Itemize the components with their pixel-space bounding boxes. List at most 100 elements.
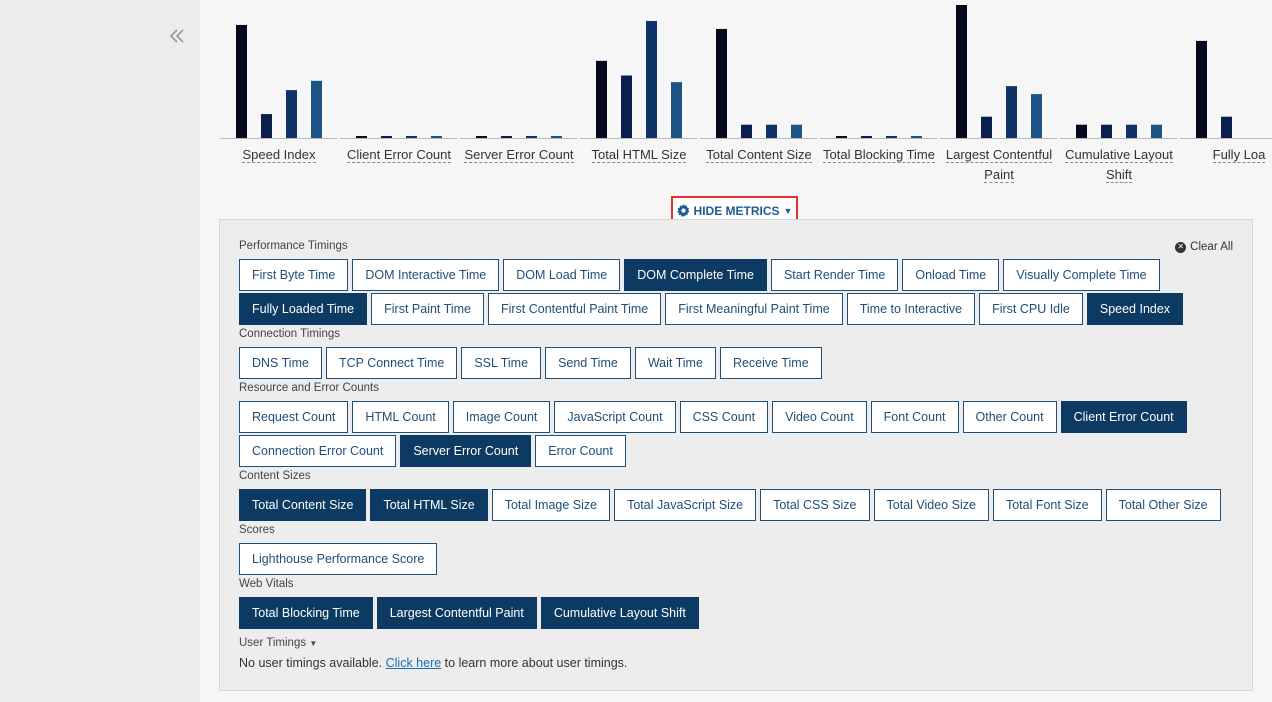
metric-toggle-button[interactable]: Start Render Time xyxy=(770,259,899,291)
metric-toggle-button[interactable]: Total Other Size xyxy=(1105,489,1221,521)
chart-bar[interactable] xyxy=(836,136,847,138)
chart-category-label: Largest Contentful Paint xyxy=(939,145,1059,185)
metric-toggle-button[interactable]: Total Font Size xyxy=(992,489,1102,521)
metric-toggle-button[interactable]: DNS Time xyxy=(239,347,322,379)
chart-bar[interactable] xyxy=(671,82,682,138)
metric-toggle-button[interactable]: First Contentful Paint Time xyxy=(487,293,662,325)
chart-tick-label: Total HTML Size xyxy=(591,147,687,163)
sidebar xyxy=(0,0,200,702)
metric-toggle-button[interactable]: Font Count xyxy=(870,401,959,433)
metric-toggle-button[interactable]: Video Count xyxy=(772,401,867,433)
metric-toggle-button[interactable]: Total Image Size xyxy=(491,489,611,521)
chart-bar[interactable] xyxy=(621,75,632,138)
metric-toggle-button[interactable]: DOM Interactive Time xyxy=(352,259,500,291)
chart-bar[interactable] xyxy=(261,114,272,138)
chart-bar[interactable] xyxy=(646,20,657,138)
chart-tick-label: Speed Index xyxy=(242,147,316,163)
double-chevron-left-icon[interactable] xyxy=(168,26,186,46)
metric-toggle-button[interactable]: Speed Index xyxy=(1086,293,1184,325)
chart-bar[interactable] xyxy=(311,80,322,138)
chart-bar[interactable] xyxy=(381,136,392,138)
metric-toggle-button[interactable]: Fully Loaded Time xyxy=(239,293,368,325)
chart-bar[interactable] xyxy=(911,136,922,138)
metric-toggle-button[interactable]: First Paint Time xyxy=(371,293,484,325)
metric-toggle-button[interactable]: Receive Time xyxy=(719,347,822,379)
chart-bar[interactable] xyxy=(596,60,607,138)
user-timings-toggle[interactable]: User Timings ▼ xyxy=(239,637,317,649)
metric-toggle-button[interactable]: DOM Load Time xyxy=(503,259,621,291)
chart-bar[interactable] xyxy=(406,136,417,138)
chart-bar[interactable] xyxy=(1006,86,1017,138)
metric-toggle-button[interactable]: Image Count xyxy=(452,401,551,433)
main-content: Speed Index Client Error Count Server Erro… xyxy=(200,0,1272,702)
chart-bar[interactable] xyxy=(861,136,872,138)
metric-toggle-button[interactable]: First Byte Time xyxy=(239,259,349,291)
chart-tick-label: Total Blocking Time xyxy=(823,147,935,163)
chart-bar[interactable] xyxy=(356,136,367,138)
metric-toggle-button[interactable]: Wait Time xyxy=(634,347,716,379)
metric-toggle-button[interactable]: Request Count xyxy=(239,401,349,433)
chart-bar[interactable] xyxy=(431,136,442,138)
metric-toggle-button[interactable]: Total Video Size xyxy=(873,489,989,521)
chart-tick-label: Largest Contentful Paint xyxy=(945,147,1053,183)
metric-toggle-button[interactable]: Total CSS Size xyxy=(760,489,870,521)
metric-toggle-button[interactable]: Send Time xyxy=(545,347,631,379)
chart-bar[interactable] xyxy=(766,124,777,138)
chart-category-label: Cumulative Layout Shift xyxy=(1059,145,1179,185)
chart-bar[interactable] xyxy=(1031,94,1042,138)
metric-toggle-button[interactable]: First Meaningful Paint Time xyxy=(665,293,843,325)
chart-bar[interactable] xyxy=(476,136,487,138)
metric-button-row: Total Content Size Total HTML Size Total I… xyxy=(239,489,1221,521)
metric-toggle-button[interactable]: Total Blocking Time xyxy=(239,597,373,629)
metric-toggle-button[interactable]: First CPU Idle xyxy=(979,293,1083,325)
metric-toggle-button[interactable]: Total Content Size xyxy=(239,489,367,521)
clear-all-button[interactable]: ✕ Clear All xyxy=(1175,241,1233,253)
chart-bar[interactable] xyxy=(1101,124,1112,138)
metric-toggle-button[interactable]: Largest Contentful Paint xyxy=(376,597,537,629)
chart-bar[interactable] xyxy=(741,124,752,138)
group-label: Performance Timings xyxy=(239,240,348,252)
metric-toggle-button[interactable]: SSL Time xyxy=(461,347,542,379)
metric-button-row: Lighthouse Performance Score xyxy=(239,543,438,575)
chart-bar[interactable] xyxy=(526,136,537,138)
chart-category-label: Fully Loa xyxy=(1179,145,1272,165)
chart-bar[interactable] xyxy=(791,124,802,138)
metric-toggle-button[interactable]: DOM Complete Time xyxy=(624,259,767,291)
chart-bar[interactable] xyxy=(956,5,967,138)
gear-icon xyxy=(676,204,690,217)
metric-toggle-button[interactable]: TCP Connect Time xyxy=(325,347,458,379)
chart-bar[interactable] xyxy=(1151,124,1162,138)
user-timings-help-link[interactable]: Click here xyxy=(386,656,442,670)
chart-bar[interactable] xyxy=(501,136,512,138)
metric-toggle-button[interactable]: Total JavaScript Size xyxy=(614,489,757,521)
metric-toggle-button[interactable]: Visually Complete Time xyxy=(1003,259,1160,291)
chart-bar[interactable] xyxy=(1221,116,1232,138)
chart-bar[interactable] xyxy=(1196,40,1207,138)
metric-toggle-button[interactable]: Error Count xyxy=(535,435,626,467)
chart-bar[interactable] xyxy=(716,28,727,138)
group-label: Scores xyxy=(239,524,275,536)
chart-category-label: Client Error Count xyxy=(339,145,459,165)
chart-bar[interactable] xyxy=(981,116,992,138)
chart-bar[interactable] xyxy=(286,90,297,138)
chart-bar[interactable] xyxy=(1076,124,1087,138)
metric-toggle-button[interactable]: Onload Time xyxy=(902,259,1000,291)
metrics-bar-chart xyxy=(220,5,1272,139)
metric-toggle-button[interactable]: Client Error Count xyxy=(1060,401,1187,433)
metric-toggle-button[interactable]: Other Count xyxy=(962,401,1057,433)
metric-toggle-button[interactable]: CSS Count xyxy=(679,401,769,433)
chart-bar[interactable] xyxy=(236,24,247,139)
metric-toggle-button[interactable]: Lighthouse Performance Score xyxy=(239,543,438,575)
chart-tick-label: Client Error Count xyxy=(346,147,452,163)
metric-toggle-button[interactable]: Time to Interactive xyxy=(846,293,976,325)
metric-toggle-button[interactable]: Cumulative Layout Shift xyxy=(540,597,699,629)
metric-toggle-button[interactable]: Total HTML Size xyxy=(370,489,488,521)
metric-toggle-button[interactable]: Connection Error Count xyxy=(239,435,397,467)
group-label: Connection Timings xyxy=(239,328,340,340)
metric-toggle-button[interactable]: Server Error Count xyxy=(400,435,532,467)
metric-toggle-button[interactable]: JavaScript Count xyxy=(554,401,676,433)
chart-bar[interactable] xyxy=(1126,124,1137,138)
metric-toggle-button[interactable]: HTML Count xyxy=(352,401,449,433)
chart-bar[interactable] xyxy=(886,136,897,138)
chart-bar[interactable] xyxy=(551,136,562,138)
